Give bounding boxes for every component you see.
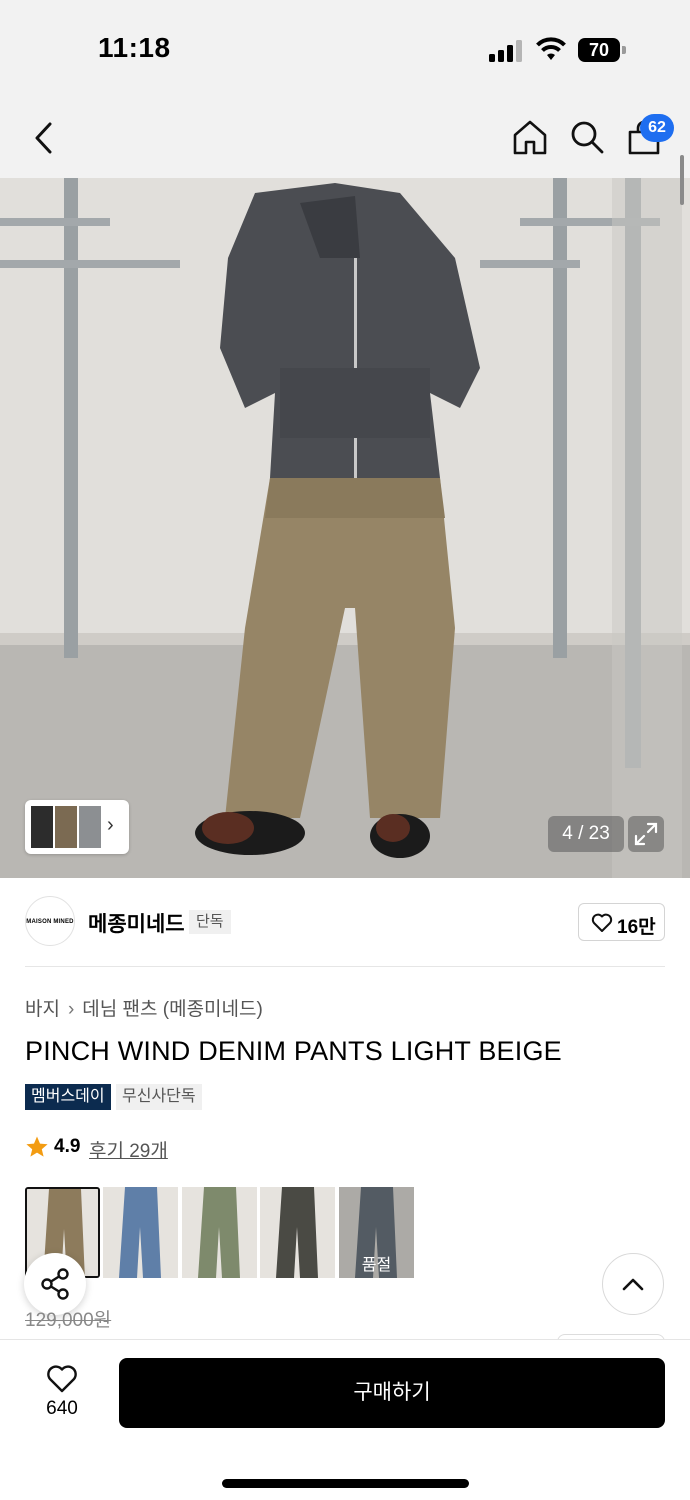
scroll-indicator xyxy=(680,155,684,205)
status-time: 11:18 xyxy=(98,32,171,63)
chevron-right-icon: › xyxy=(67,999,75,1020)
image-counter: 4 / 23 xyxy=(548,816,624,852)
original-price: 129,000원 xyxy=(25,1310,112,1331)
wishlist-count: 640 xyxy=(46,1398,78,1419)
home-button[interactable] xyxy=(511,118,549,156)
rating-value: 4.9 xyxy=(54,1136,81,1157)
product-photo xyxy=(0,178,690,878)
product-image[interactable] xyxy=(0,178,690,878)
sold-out-label: 품절 xyxy=(339,1187,414,1278)
breadcrumb-subcategory[interactable]: 데님 팬츠 (메종미네드) xyxy=(82,999,263,1020)
musinsa-exclusive-tag: 무신사단독 xyxy=(116,1084,202,1110)
members-day-tag: 멤버스데이 xyxy=(25,1084,111,1110)
search-button[interactable] xyxy=(568,118,606,156)
wishlist-button[interactable]: 640 xyxy=(28,1360,96,1424)
brand-logo[interactable]: MAISON MINED xyxy=(25,896,75,946)
status-bar: 11:18 70 xyxy=(0,0,690,100)
color-variant[interactable] xyxy=(103,1187,178,1278)
battery-level: 70 xyxy=(578,38,620,62)
cart-count-badge: 62 xyxy=(640,114,674,142)
brand-like-button[interactable]: 16만 xyxy=(578,903,665,941)
color-variant[interactable] xyxy=(260,1187,335,1278)
color-variant[interactable] xyxy=(182,1187,257,1278)
image-gallery-button[interactable]: › xyxy=(25,800,129,854)
search-icon xyxy=(571,121,604,154)
review-link[interactable]: 후기 29개 xyxy=(89,1136,168,1163)
nav-bar xyxy=(0,100,690,178)
brand-like-count: 16만 xyxy=(617,917,656,938)
home-icon xyxy=(513,120,547,155)
buy-button[interactable]: 구매하기 xyxy=(119,1358,665,1428)
home-indicator xyxy=(222,1479,469,1488)
battery-icon: 70 xyxy=(578,38,626,62)
chevron-right-icon: › xyxy=(107,814,114,836)
product-title: PINCH WIND DENIM PANTS LIGHT BEIGE xyxy=(25,1036,562,1066)
expand-button[interactable] xyxy=(628,816,664,852)
heart-icon xyxy=(47,1365,77,1393)
divider xyxy=(25,966,665,967)
heart-icon xyxy=(591,913,613,932)
chevron-up-icon xyxy=(622,1278,644,1291)
signal-icon xyxy=(489,40,523,62)
breadcrumb-category[interactable]: 바지 xyxy=(25,999,60,1020)
gallery-thumb xyxy=(31,806,53,848)
wifi-icon xyxy=(535,36,567,62)
breadcrumb: 바지 › 데님 팬츠 (메종미네드) xyxy=(25,994,263,1021)
color-variant[interactable]: 품절 xyxy=(339,1187,414,1278)
expand-icon xyxy=(634,822,658,846)
brand-name[interactable]: 메종미네드 xyxy=(88,908,185,938)
back-button[interactable] xyxy=(28,120,62,156)
exclusive-tag: 단독 xyxy=(189,910,231,934)
star-icon xyxy=(26,1136,48,1157)
gallery-thumb xyxy=(79,806,101,848)
scroll-to-top-button[interactable] xyxy=(602,1253,664,1315)
back-icon xyxy=(35,122,52,154)
gallery-thumb xyxy=(55,806,77,848)
